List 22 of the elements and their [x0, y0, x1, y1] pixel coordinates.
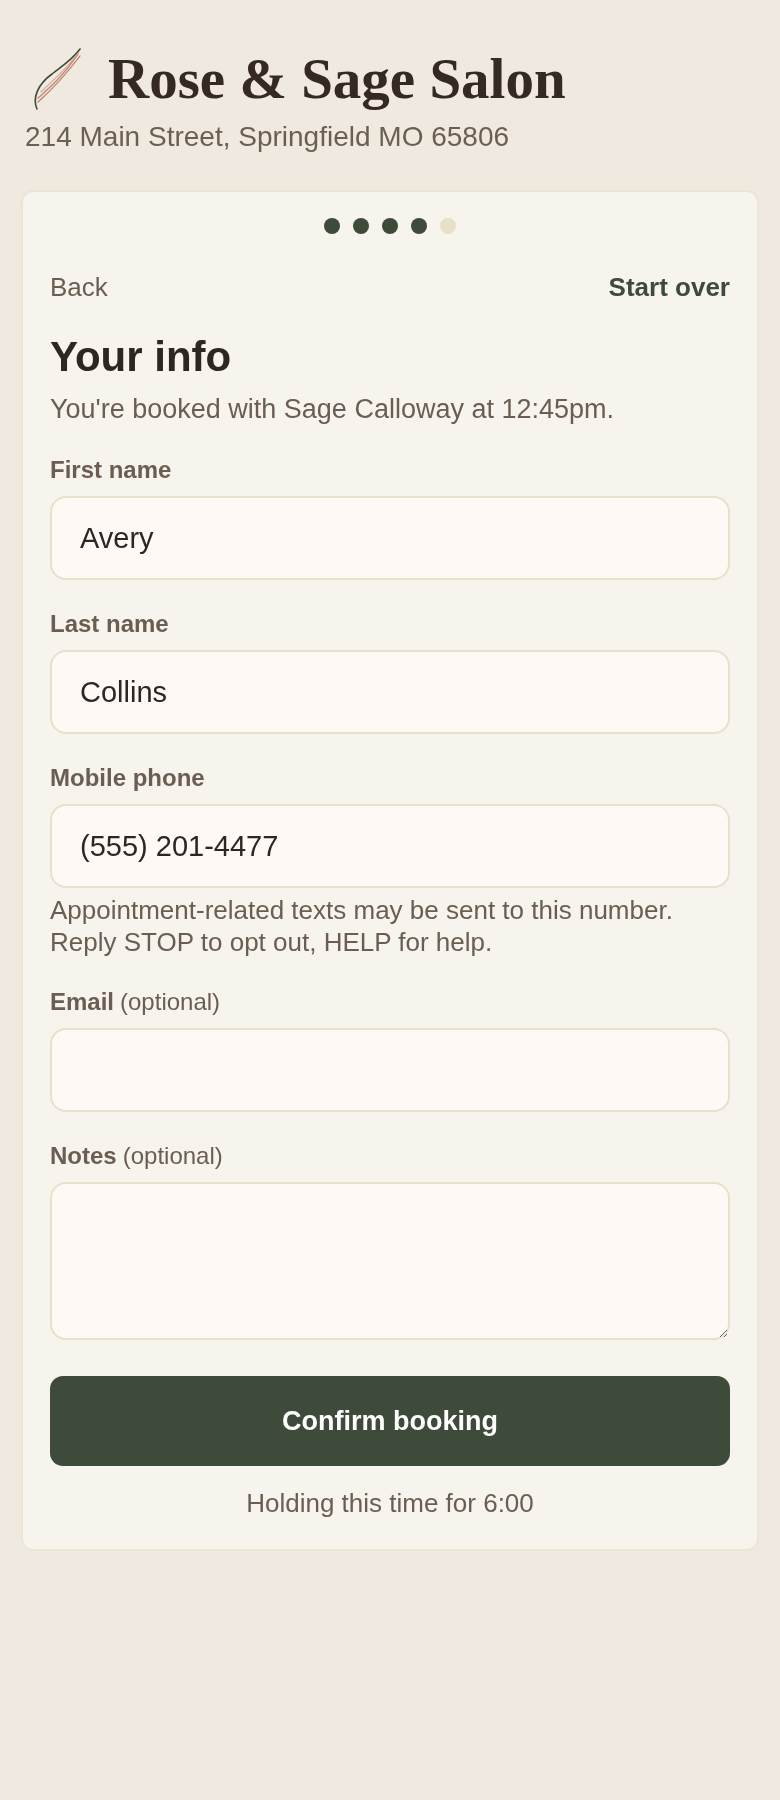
- notes-field[interactable]: [50, 1182, 730, 1340]
- field-label: Email: [50, 987, 115, 1017]
- field-label: First name: [50, 455, 172, 485]
- optional-note: (optional): [120, 987, 221, 1017]
- booking-summary-text: You're booked with Sage Calloway at 12:45pm.: [50, 393, 616, 426]
- input-field[interactable]: Collins: [50, 650, 730, 734]
- field-label: Notes: [50, 1141, 117, 1171]
- sms-consent-text: Appointment-related texts may be sent to this number. Reply STOP to opt out, HELP for help.: [50, 894, 674, 958]
- input-field[interactable]: Avery: [50, 496, 730, 580]
- back-link[interactable]: Back: [50, 271, 108, 303]
- hold-timer-text: Holding this time for 6:00: [245, 1487, 535, 1519]
- input-field[interactable]: (555) 201-4477: [50, 804, 730, 888]
- salon-title: Rose & Sage Salon: [108, 46, 566, 112]
- start-over-link[interactable]: Start over: [608, 271, 730, 303]
- feather-icon: [32, 48, 82, 110]
- optional-note: (optional): [122, 1141, 223, 1171]
- salon-address: 214 Main Street, Springfield MO 65806: [25, 120, 511, 154]
- field-label: Last name: [50, 609, 169, 639]
- field-label: Mobile phone: [50, 763, 205, 793]
- confirm-booking-button[interactable]: Confirm booking: [50, 1376, 730, 1466]
- section-heading: Your info: [50, 333, 233, 381]
- input-field[interactable]: [50, 1028, 730, 1112]
